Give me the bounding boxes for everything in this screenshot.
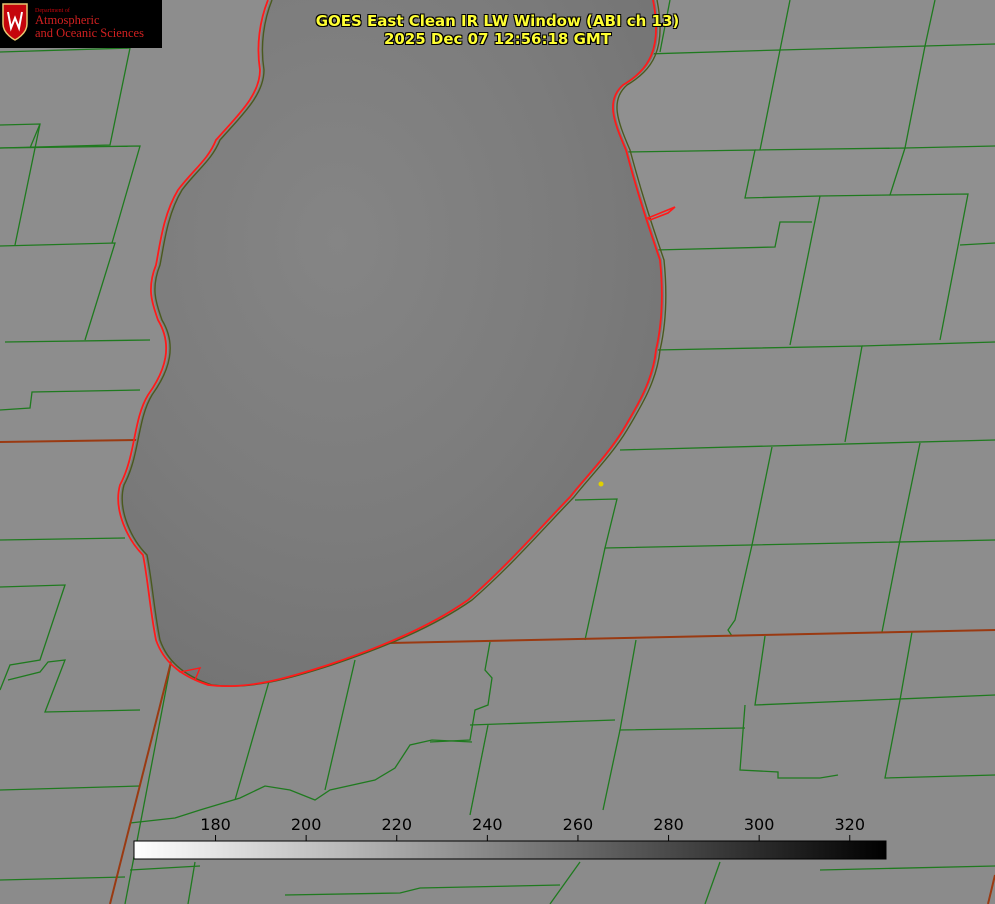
colorbar-tick-label: 320: [834, 815, 865, 834]
colorbar-tick-label: 260: [563, 815, 594, 834]
satellite-map: 180 200 220 240 260 280 300 320 Department of A…: [0, 0, 995, 904]
image-title: GOES East Clean IR LW Window (ABI ch 13): [315, 12, 680, 30]
colorbar-tick-label: 220: [381, 815, 412, 834]
colorbar-tick-label: 180: [200, 815, 231, 834]
colorbar-tick-label: 240: [472, 815, 503, 834]
land-shading: [620, 40, 995, 340]
colorbar-scale: [133, 840, 887, 860]
location-marker: [598, 481, 604, 487]
land-shading-south: [0, 640, 995, 904]
map-canvas: 180 200 220 240 260 280 300 320: [0, 0, 995, 904]
colorbar-tick-label: 200: [291, 815, 322, 834]
colorbar-tick-label: 300: [744, 815, 775, 834]
image-timestamp: 2025 Dec 07 12:56:18 GMT: [383, 30, 612, 48]
colorbar-tick-label: 280: [653, 815, 684, 834]
